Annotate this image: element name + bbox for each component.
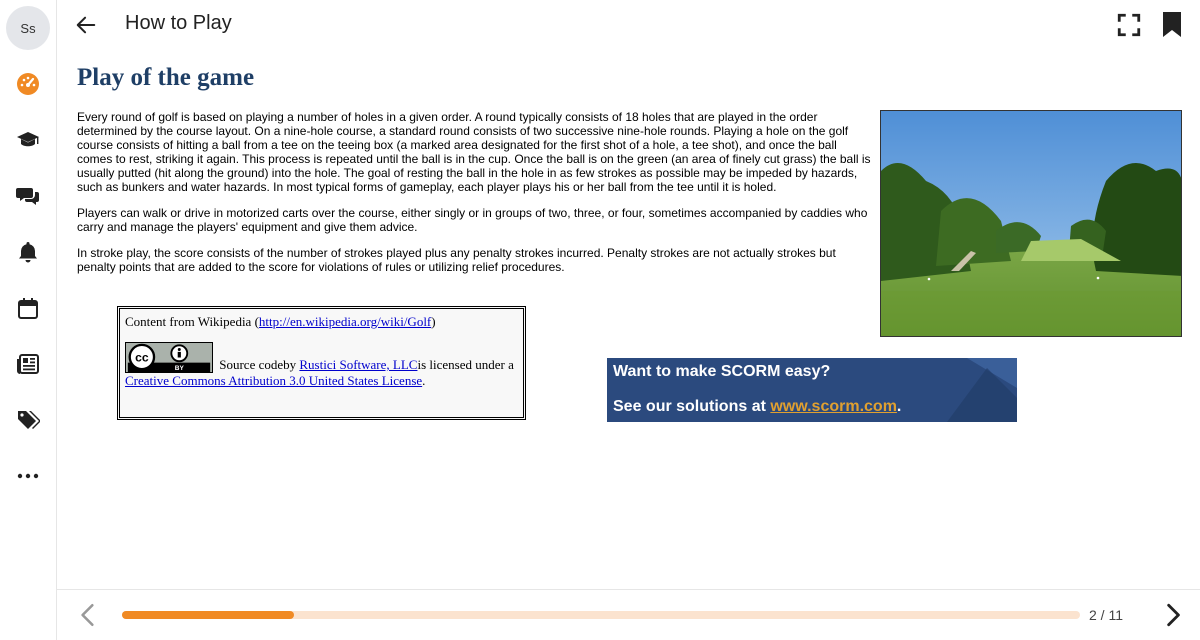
chat-bubbles-icon[interactable] <box>14 182 42 210</box>
licensed-text: is licensed under a <box>417 357 514 372</box>
previous-chevron-icon[interactable] <box>75 602 101 628</box>
creative-commons-badge-icon[interactable]: cc BY <box>125 342 213 373</box>
svg-text:cc: cc <box>135 351 149 365</box>
license-link[interactable]: Creative Commons Attribution 3.0 United … <box>125 373 422 388</box>
avatar[interactable]: Ss <box>6 6 50 50</box>
newspaper-icon[interactable] <box>14 350 42 378</box>
banner-cta-prefix: See our solutions at <box>613 398 771 415</box>
source-prefix: Content from Wikipedia ( <box>125 314 259 329</box>
next-chevron-icon[interactable] <box>1160 602 1186 628</box>
golf-course-image <box>880 110 1182 337</box>
source-code-text: Source codeby <box>216 357 300 372</box>
calendar-icon[interactable] <box>14 294 42 322</box>
wikipedia-link[interactable]: http://en.wikipedia.org/wiki/Golf <box>259 314 431 329</box>
page-counter: 2 / 11 <box>1089 607 1123 623</box>
graduation-cap-icon[interactable] <box>14 126 42 154</box>
author-link[interactable]: Rustici Software, LLC <box>299 357 417 372</box>
bell-icon[interactable] <box>14 238 42 266</box>
section-heading: Play of the game <box>77 64 255 91</box>
paragraph: In stroke play, the score consists of th… <box>77 246 836 274</box>
license-period: . <box>422 373 426 388</box>
bottom-navigation: 2 / 11 <box>57 589 1200 640</box>
lesson-content: Play of the game Every round of golf is … <box>77 58 1187 578</box>
more-dots-icon[interactable] <box>14 462 42 490</box>
wikipedia-source-line: Content from Wikipedia (http://en.wikipe… <box>125 314 518 330</box>
paragraph: Every round of golf is based on playing … <box>77 110 871 194</box>
scorm-link[interactable]: www.scorm.com <box>770 398 897 415</box>
cc-badge-label: BY <box>175 365 185 372</box>
top-header: How to Play <box>57 0 1200 50</box>
tags-icon[interactable] <box>14 406 42 434</box>
license-line: cc BY Source codeby Rustici Software, LL… <box>125 342 518 389</box>
back-arrow-icon[interactable] <box>73 12 99 38</box>
license-box: Content from Wikipedia (http://en.wikipe… <box>117 306 526 420</box>
banner-cta-suffix: . <box>896 398 902 415</box>
body-text: Every round of golf is based on playing … <box>77 110 871 286</box>
source-suffix: ) <box>431 314 436 329</box>
scorm-promo-banner: Want to make SCORM easy? See our solutio… <box>607 358 1017 422</box>
bookmark-icon[interactable] <box>1160 11 1186 39</box>
paragraph: Players can walk or drive in motorized c… <box>77 206 868 234</box>
progress-fill <box>122 611 295 619</box>
banner-decoration <box>947 358 1017 422</box>
left-sidebar: Ss <box>0 0 57 640</box>
page-title: How to Play <box>125 12 232 34</box>
fullscreen-icon[interactable] <box>1116 12 1142 38</box>
progress-bar <box>122 611 1080 619</box>
dashboard-gauge-icon[interactable] <box>14 70 42 98</box>
